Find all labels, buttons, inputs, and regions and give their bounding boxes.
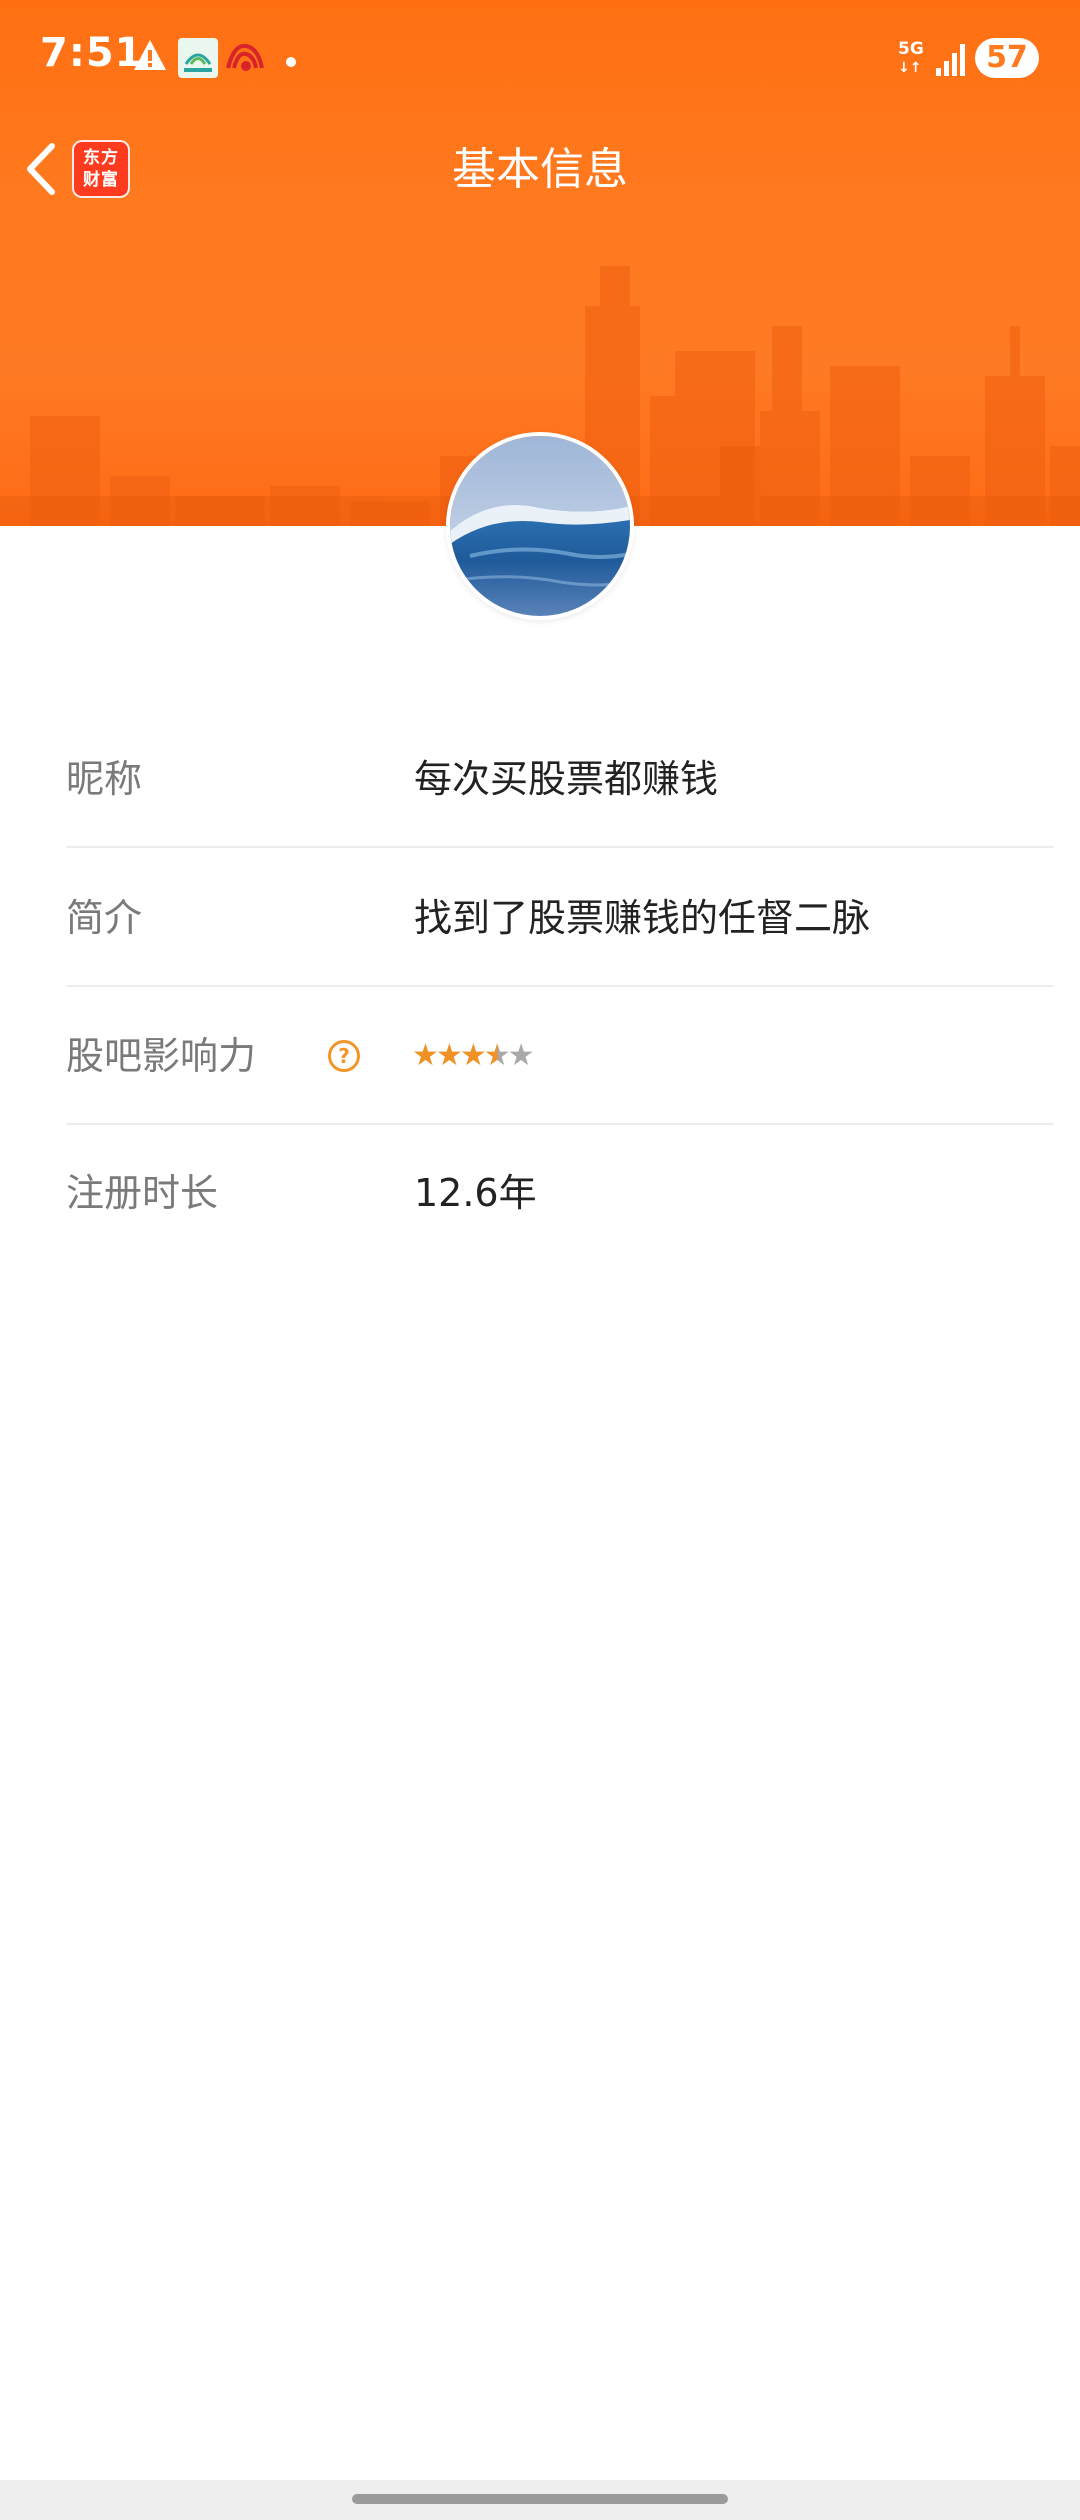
app-notification-icon [226,43,264,71]
star-icon: ★ [412,1038,439,1073]
bio-label: 简介 [66,896,143,940]
question-circle-icon[interactable]: ? [328,1040,360,1072]
registration-label: 注册时长 [66,1171,219,1215]
screen: 7:51 5G ↓↑ 57 东方 财富 基本信息 昵称 每次买股票都赚钱 简介 … [0,0,1080,2520]
nickname-row: 昵称 每次买股票都赚钱 [66,711,1054,848]
star-icon: ★ [459,1038,487,1073]
registration-value: 12.6年 [414,1171,537,1215]
star-icon: ★ [435,1038,463,1073]
home-indicator[interactable] [352,2494,728,2504]
avatar[interactable] [446,432,634,620]
ocean-wave-image [450,436,630,616]
influence-row: 股吧影响力 ? ★★★★★ [66,988,1054,1125]
page-title: 基本信息 [452,144,628,195]
bio-value: 找到了股票赚钱的任督二脉 [414,896,871,940]
bio-row: 简介 找到了股票赚钱的任督二脉 [66,850,1054,987]
nickname-value: 每次买股票都赚钱 [414,757,719,801]
dot-icon [286,57,296,67]
network-type-label: 5G ↓↑ [898,39,924,76]
nickname-label: 昵称 [66,757,143,801]
status-time: 7:51 [40,30,144,76]
signal-icon [936,44,965,76]
app-notification-icon [178,38,218,78]
influence-rating: ★★★★★ [412,1038,535,1073]
warning-icon [134,40,166,70]
influence-label: 股吧影响力 [66,1034,257,1078]
registration-row: 注册时长 12.6年 [66,1125,1054,1262]
status-bar: 7:51 5G ↓↑ 57 [0,0,1080,120]
star-empty-icon: ★ [507,1038,535,1073]
star-half-icon: ★ [483,1038,511,1073]
battery-indicator: 57 [975,38,1039,78]
